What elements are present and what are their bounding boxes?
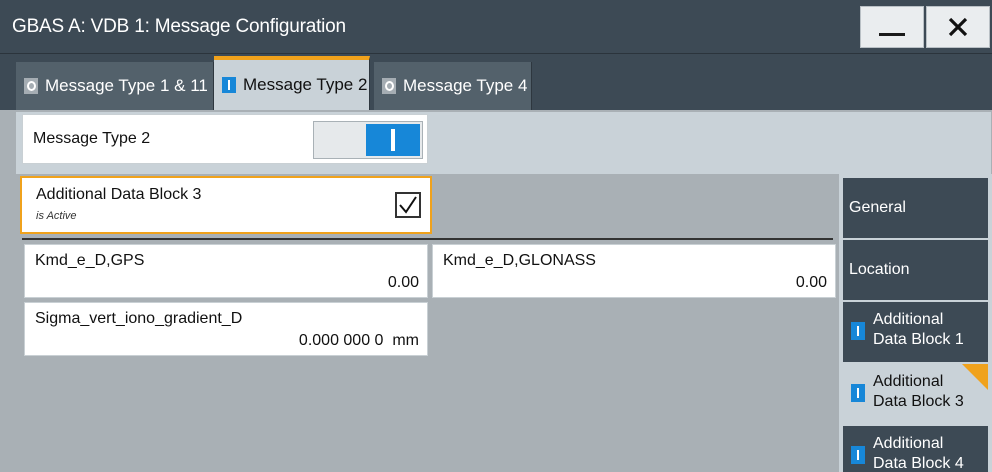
data-block-area: Additional Data Block 3 is Active Kmd_e_… [16, 174, 839, 472]
title-bar: GBAS A: VDB 1: Message Configuration [0, 0, 992, 54]
tab-message-type-2[interactable]: Message Type 2 [214, 56, 370, 110]
close-button[interactable] [926, 6, 990, 48]
additional-data-block-3-panel[interactable]: Additional Data Block 3 is Active [20, 176, 432, 234]
nav-location[interactable]: Location [843, 240, 988, 300]
tab-state-on-icon [222, 77, 236, 93]
state-on-icon [851, 384, 865, 402]
minimize-button[interactable] [860, 6, 924, 48]
kmd-glonass-field[interactable]: Kmd_e_D,GLONASS 0.00 [432, 244, 836, 298]
tab-state-off-icon [382, 78, 396, 94]
state-on-icon [851, 446, 865, 464]
kmd-glonass-label: Kmd_e_D,GLONASS [443, 252, 596, 269]
additional-data-block-3-label: Additional Data Block 3 [36, 186, 202, 203]
nav-label: Location [849, 261, 910, 278]
is-active-checkbox[interactable] [395, 192, 421, 218]
nav-label-line2: Data Block 4 [873, 455, 964, 472]
kmd-gps-label: Kmd_e_D,GPS [35, 252, 145, 269]
nav-label-line1: Additional [873, 311, 944, 328]
window-title: GBAS A: VDB 1: Message Configuration [12, 16, 346, 37]
message-type-2-row: Message Type 2 [16, 112, 991, 174]
sigma-vert-iono-gradient-value: 0.000 000 0 mm [298, 332, 419, 349]
kmd-gps-value: 0.00 [387, 274, 419, 291]
close-icon [948, 17, 968, 37]
message-type-2-toggle[interactable] [313, 121, 423, 159]
tab-label: Message Type 2 [243, 75, 368, 94]
state-on-icon [851, 322, 865, 340]
message-configuration-dialog: GBAS A: VDB 1: Message Configuration Mes… [0, 0, 992, 472]
nav-additional-data-block-1[interactable]: Additional Data Block 1 [843, 302, 988, 362]
message-type-2-panel: Message Type 2 [22, 114, 428, 164]
message-type-2-label: Message Type 2 [33, 130, 151, 147]
tab-message-type-1-11[interactable]: Message Type 1 & 11 [16, 62, 214, 110]
nav-label-line1: Additional [873, 435, 944, 452]
nav-general[interactable]: General [843, 178, 988, 238]
checkmark-icon [399, 196, 417, 214]
kmd-gps-field[interactable]: Kmd_e_D,GPS 0.00 [24, 244, 428, 298]
nav-label: Additional Data Block 1 [873, 310, 964, 350]
nav-label: General [849, 199, 906, 216]
kmd-glonass-value: 0.00 [795, 274, 827, 291]
tab-bar: Message Type 1 & 11 Message Type 2 Messa… [0, 54, 992, 110]
tab-message-type-4[interactable]: Message Type 4 [374, 62, 532, 110]
active-corner-marker [962, 364, 988, 390]
minimize-icon [879, 32, 905, 36]
additional-data-block-3-sublabel: is Active [36, 210, 77, 222]
side-navigation: General Location Additional Data Block 1… [839, 174, 992, 472]
section-divider [22, 238, 833, 240]
nav-label-line1: Additional [873, 373, 944, 390]
content-area: Message Type 2 Additional Data Block 3 i… [0, 110, 992, 472]
sigma-vert-iono-gradient-field[interactable]: Sigma_vert_iono_gradient_D 0.000 000 0 m… [24, 302, 428, 356]
nav-additional-data-block-4[interactable]: Additional Data Block 4 [843, 426, 988, 472]
tab-state-off-icon [24, 78, 38, 94]
tab-label: Message Type 1 & 11 [45, 76, 208, 95]
nav-label-line2: Data Block 3 [873, 393, 964, 410]
nav-additional-data-block-3[interactable]: Additional Data Block 3 [843, 364, 988, 424]
sigma-vert-iono-gradient-label: Sigma_vert_iono_gradient_D [35, 310, 243, 327]
tab-label: Message Type 4 [403, 76, 528, 95]
nav-label-line2: Data Block 1 [873, 331, 964, 348]
toggle-on-icon [366, 124, 420, 156]
nav-label: Additional Data Block 4 [873, 434, 964, 472]
nav-label: Additional Data Block 3 [873, 372, 964, 412]
